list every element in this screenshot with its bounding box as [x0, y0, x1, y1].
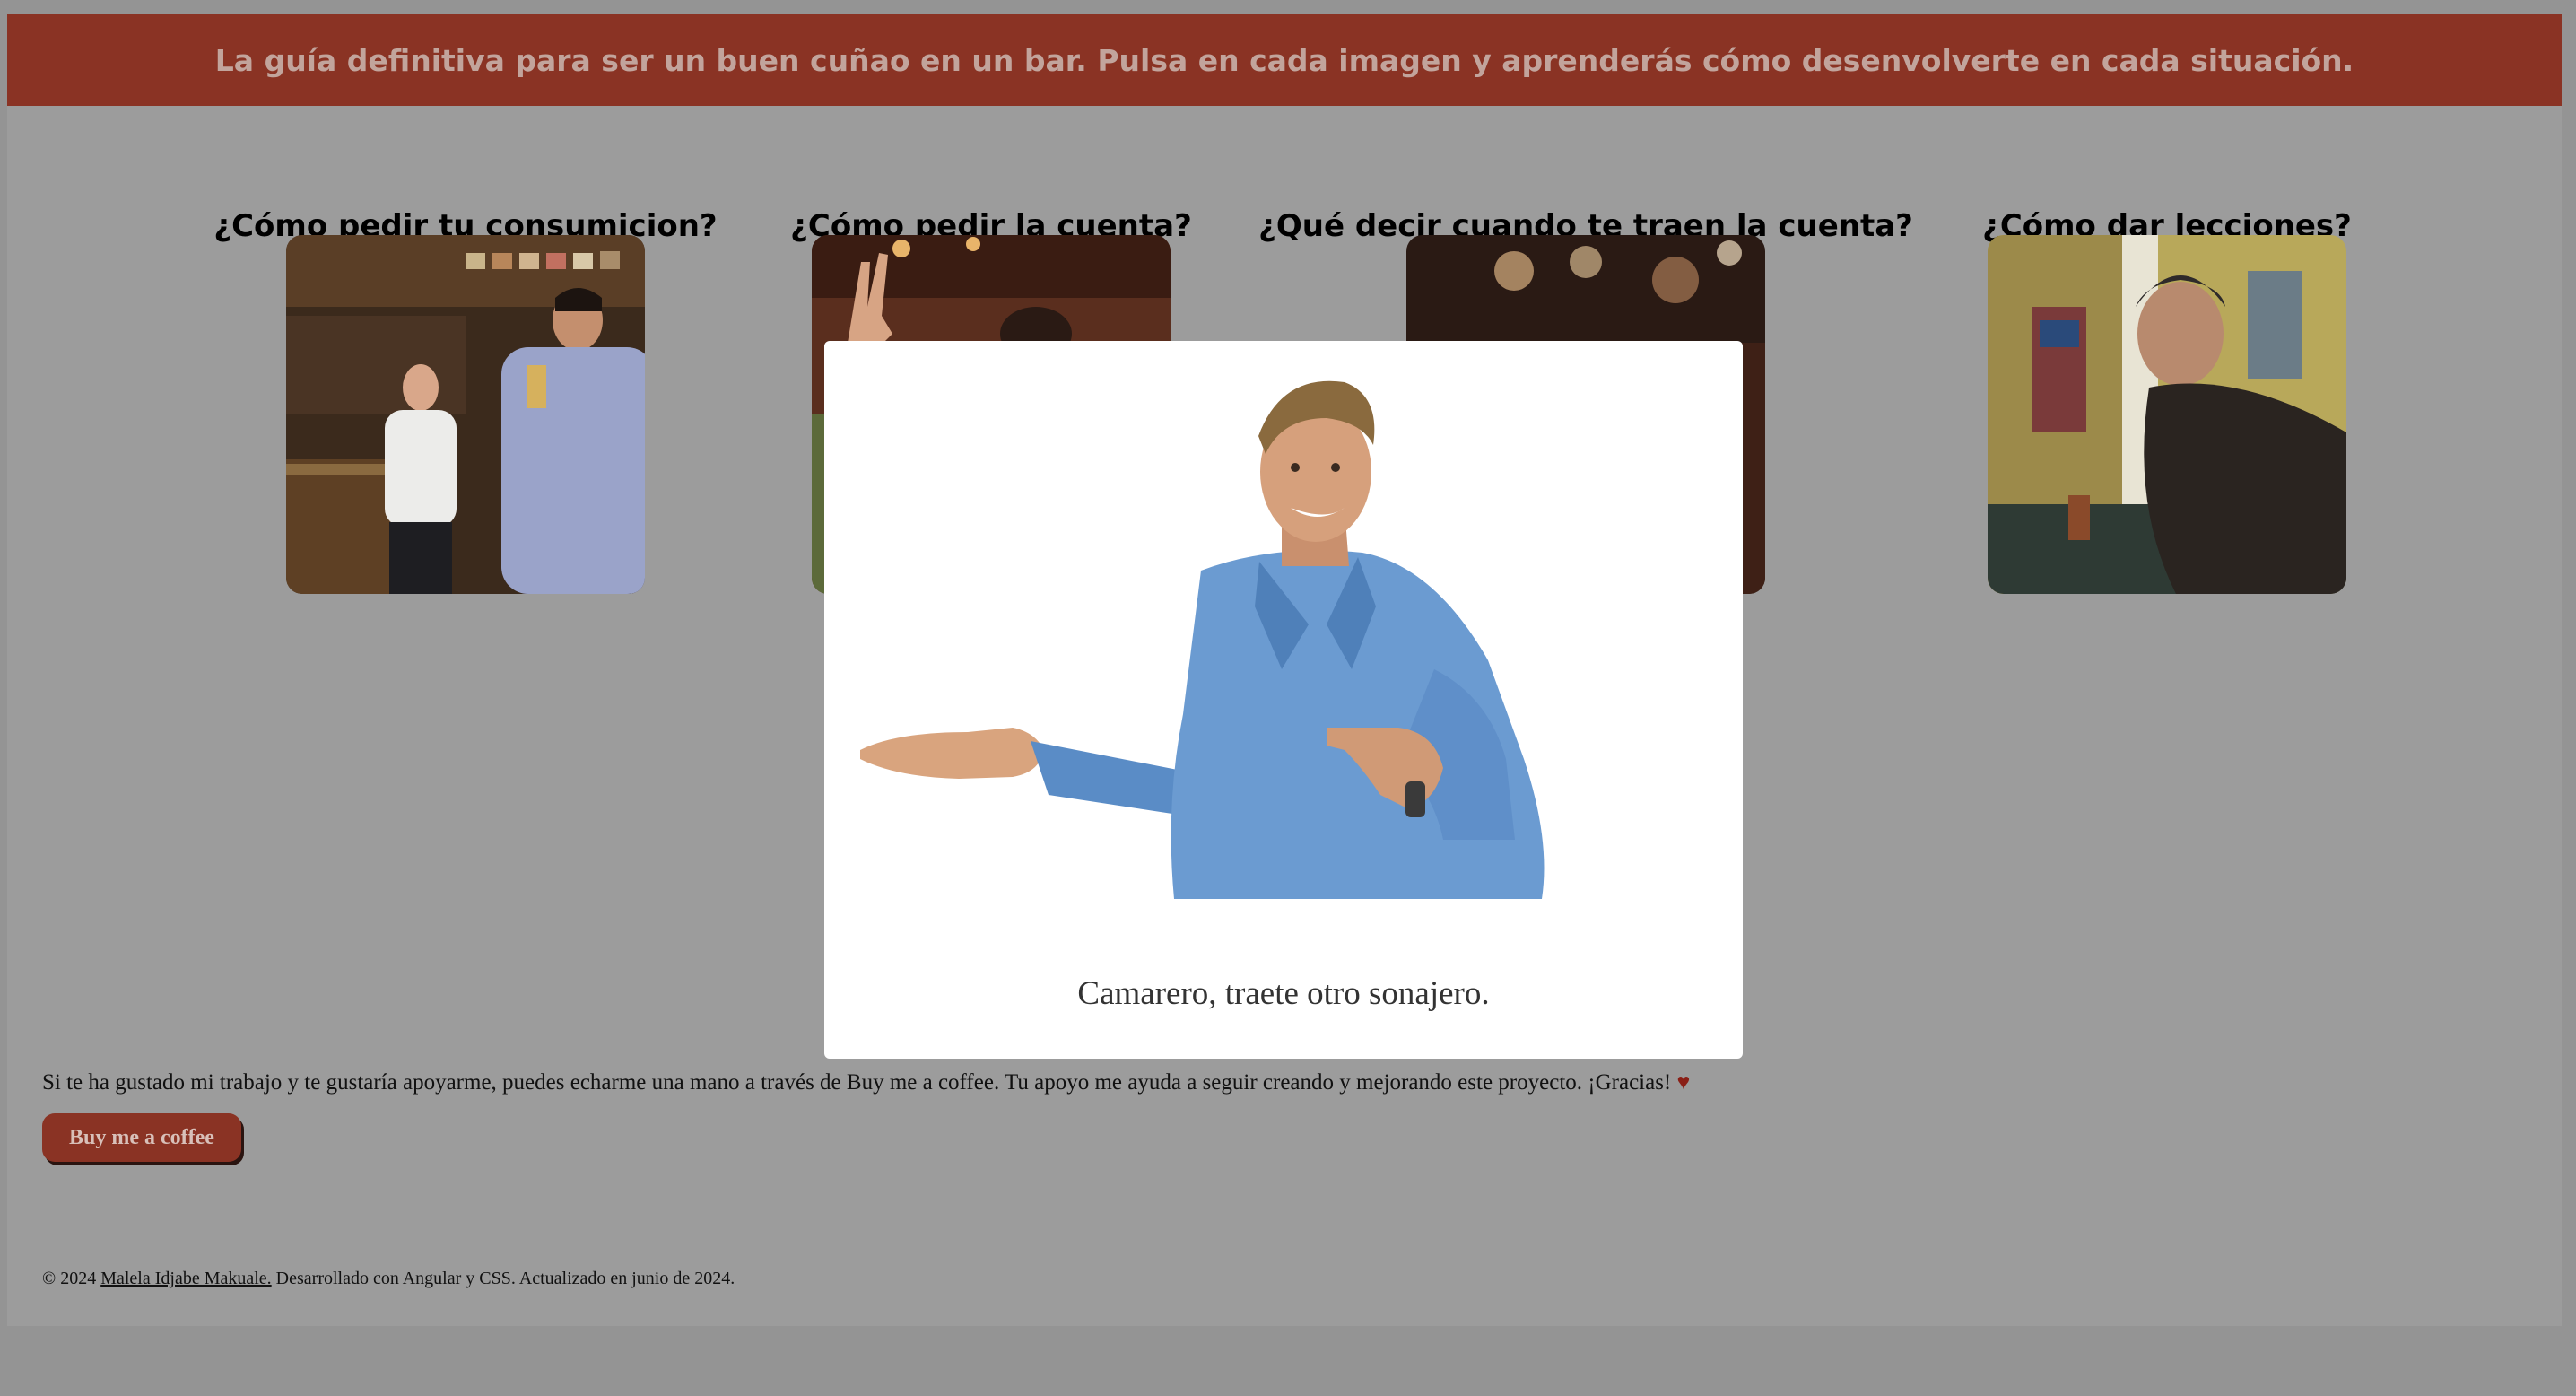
pointing-man-image — [860, 373, 1721, 899]
footer-suffix: Desarrollado con Angular y CSS. Actualiz… — [271, 1269, 735, 1288]
footer: © 2024 Malela Idjabe Makuale. Desarrolla… — [42, 1269, 735, 1289]
banner-text: La guía definitiva para ser un buen cuña… — [214, 42, 2354, 78]
image-modal[interactable]: Camarero, traete otro sonajero. — [824, 341, 1743, 1059]
man-at-counter-photo-icon — [1988, 235, 2346, 594]
card-image-consumicion[interactable] — [286, 235, 645, 594]
modal-caption: Camarero, traete otro sonajero. — [1077, 975, 1490, 1012]
bar-drinking-photo-icon — [286, 235, 645, 594]
author-link[interactable]: Malela Idjabe Makuale. — [100, 1269, 271, 1288]
header-banner: La guía definitiva para ser un buen cuña… — [7, 14, 2562, 106]
buy-me-a-coffee-button[interactable]: Buy me a coffee — [42, 1113, 241, 1162]
footer-prefix: © 2024 — [42, 1269, 101, 1288]
heart-icon: ♥ — [1676, 1070, 1691, 1095]
support-message: Si te ha gustado mi trabajo y te gustarí… — [42, 1070, 1690, 1095]
card-image-dar-lecciones[interactable] — [1988, 235, 2346, 594]
support-text: Si te ha gustado mi trabajo y te gustarí… — [42, 1070, 1672, 1095]
